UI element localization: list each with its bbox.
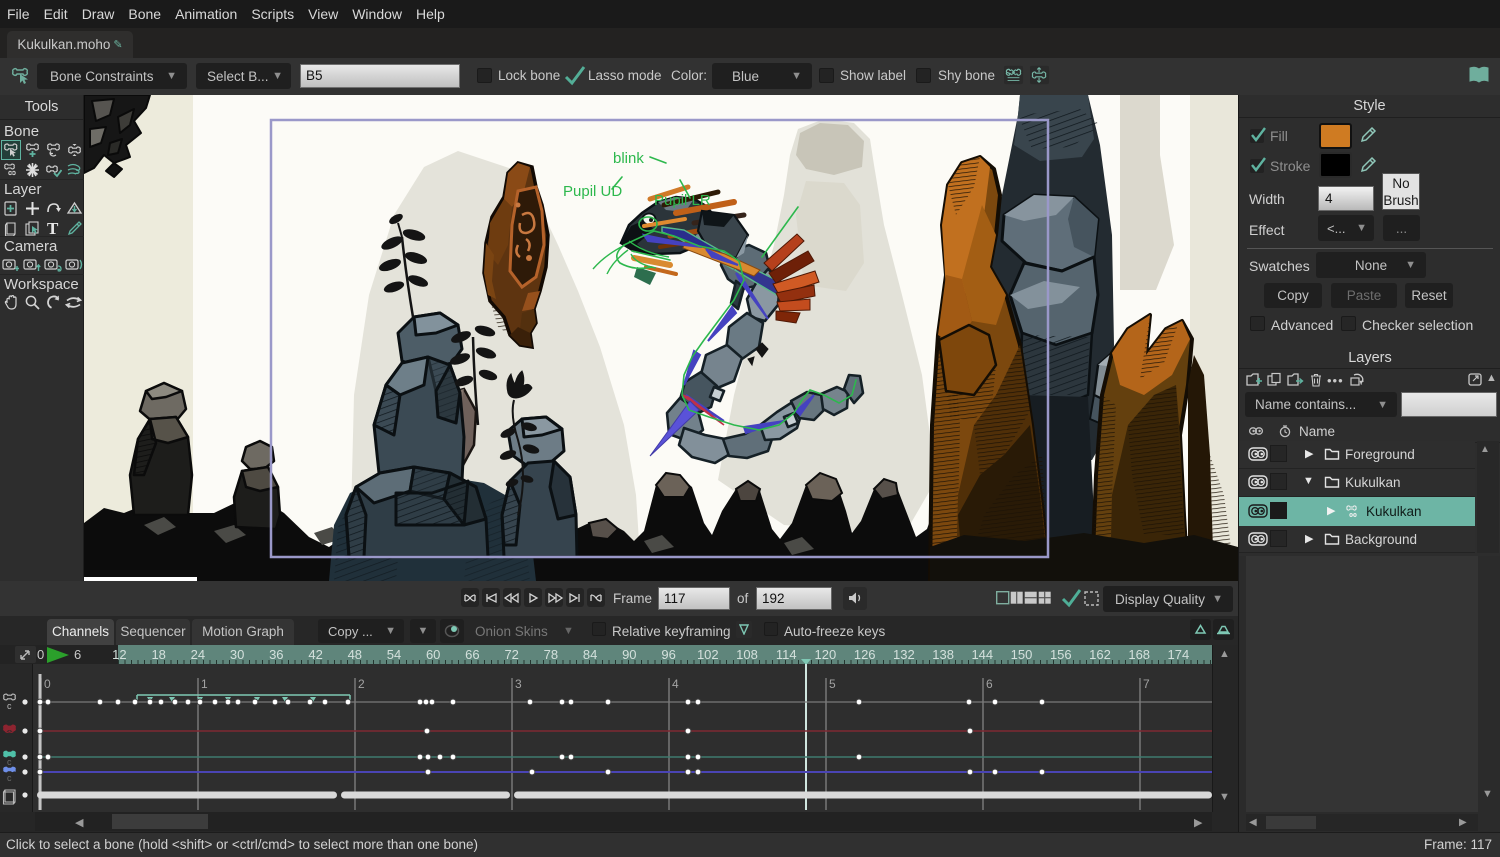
- svg-text:5: 5: [829, 677, 836, 691]
- svg-text:7: 7: [1143, 677, 1150, 691]
- svg-text:6: 6: [986, 677, 993, 691]
- svg-text:4: 4: [672, 677, 679, 691]
- svg-text:blink: blink: [613, 150, 644, 167]
- svg-text:1: 1: [201, 677, 208, 691]
- svg-text:3: 3: [515, 677, 522, 691]
- svg-text:c: c: [7, 757, 12, 767]
- svg-text:Pupil LR: Pupil LR: [654, 192, 711, 209]
- svg-text:2: 2: [358, 677, 365, 691]
- svg-text:c: c: [7, 773, 12, 783]
- svg-text:0: 0: [44, 677, 51, 691]
- svg-text:c: c: [7, 701, 12, 711]
- svg-text:Pupil UD: Pupil UD: [563, 183, 622, 200]
